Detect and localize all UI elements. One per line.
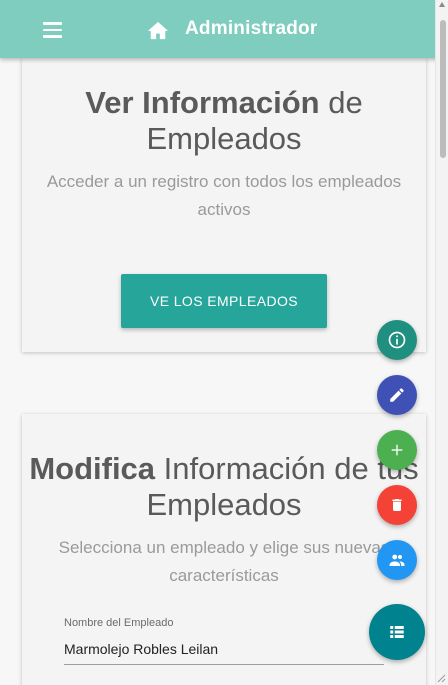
pencil-icon [390,388,404,402]
add-button[interactable] [377,430,417,470]
trash-icon [392,499,402,511]
info-button[interactable] [377,320,417,360]
view-employees-title-bold: Ver Información [85,85,320,120]
employee-name-label: Nombre del Empleado [64,617,174,629]
modify-employees-title: Modifica Información de tus Empleados [22,451,426,523]
view-employees-title: Ver Información de Empleados [22,85,426,157]
view-employees-description: Acceder a un registro con todos los empl… [46,172,402,219]
modify-employees-title-bold: Modifica [29,451,156,486]
view-employees-button[interactable]: VE LOS EMPLEADOS [121,274,327,328]
vertical-scrollbar[interactable] [435,0,448,685]
info-icon [388,331,406,349]
resize-grip-icon[interactable] [436,673,446,683]
modify-employees-card: Modifica Información de tus Empleados Se… [22,414,426,685]
employees-button[interactable] [377,540,417,580]
main-menu-button[interactable] [369,604,425,660]
view-employees-card: Ver Información de Empleados Acceder a u… [22,58,426,352]
scrollbar-thumb[interactable] [440,20,446,158]
app-title: Administrador [185,18,318,39]
hamburger-menu-icon[interactable] [43,22,63,38]
employee-name-select[interactable] [64,634,384,665]
app-viewport: Administrador Ver Información de Emplead… [0,0,448,685]
list-icon [390,626,404,638]
edit-button[interactable] [377,375,417,415]
scroll-up-arrow-icon[interactable] [439,2,445,7]
plus-icon [391,444,403,456]
modify-employees-description: Selecciona un empleado y elige sus nueva… [58,538,390,585]
people-icon [389,554,405,566]
app-bar: Administrador [0,0,448,58]
home-icon[interactable] [147,20,169,40]
delete-button[interactable] [377,485,417,525]
